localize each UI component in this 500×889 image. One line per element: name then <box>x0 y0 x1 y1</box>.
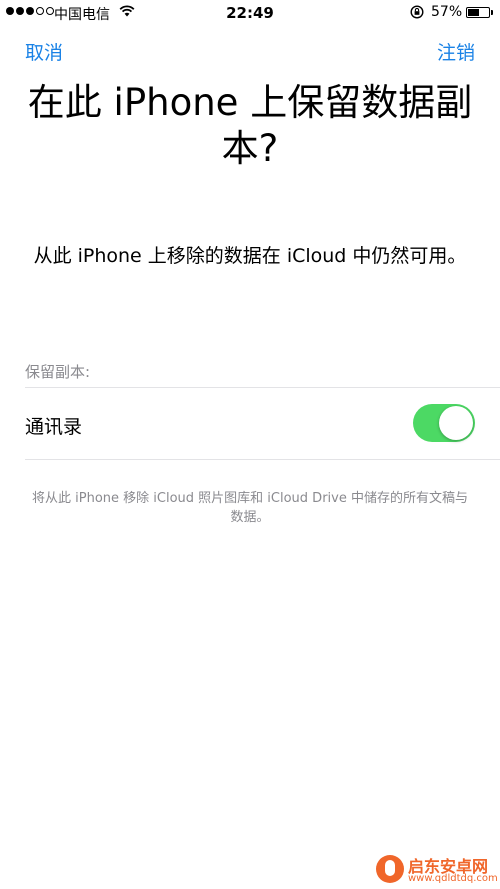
sign-out-button[interactable]: 注销 <box>437 38 475 65</box>
footer-note: 将从此 iPhone 移除 iCloud 照片图库和 iCloud Drive … <box>32 491 468 525</box>
battery-cap <box>491 10 493 15</box>
battery-icon <box>466 7 490 18</box>
status-bar: 中国电信 22:49 57% <box>0 0 500 26</box>
section-header: 保留副本: <box>25 363 91 381</box>
divider-bottom <box>25 459 500 460</box>
toggle-knob <box>439 406 473 440</box>
watermark-logo-icon <box>376 855 404 883</box>
clock: 22:49 <box>226 4 274 22</box>
page-title: 在此 iPhone 上保留数据副本? <box>27 81 473 170</box>
divider-top <box>25 387 500 388</box>
watermark: 启东安卓网 www.qdldtdq.com <box>376 853 498 887</box>
contacts-label: 通讯录 <box>25 416 83 438</box>
orientation-lock-icon <box>410 5 424 19</box>
contacts-toggle[interactable] <box>413 404 475 442</box>
watermark-url: www.qdldtdq.com <box>408 873 498 884</box>
cancel-button[interactable]: 取消 <box>25 38 63 65</box>
battery-percentage: 57% <box>431 4 463 20</box>
page-subtitle: 从此 iPhone 上移除的数据在 iCloud 中仍然可用。 <box>33 245 467 267</box>
